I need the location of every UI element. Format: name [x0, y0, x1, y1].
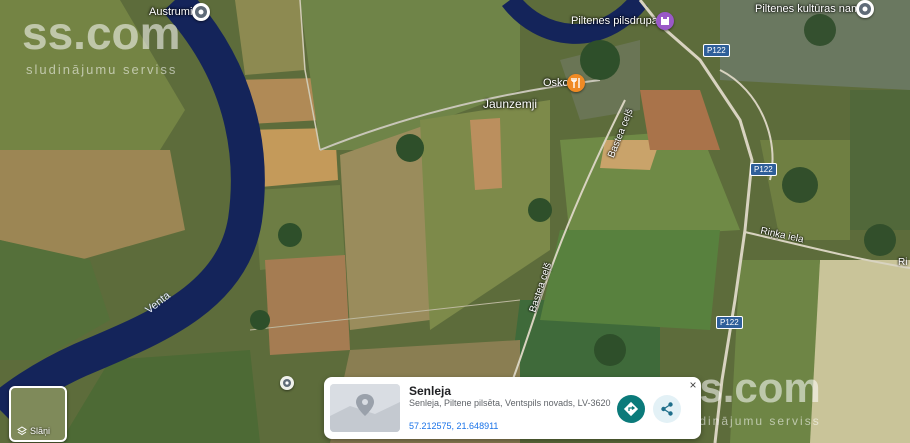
restaurant-icon[interactable] [567, 74, 585, 92]
place-label-austrumi[interactable]: Austrumi [149, 6, 192, 18]
field [850, 90, 910, 230]
place-info-card[interactable]: Senleja Senleja, Piltene pilsēta, Ventsp… [324, 377, 701, 439]
trees [528, 198, 552, 222]
field [540, 230, 720, 330]
trees [278, 223, 302, 247]
road-shield-p122: P122 [750, 163, 777, 176]
trees [396, 134, 424, 162]
layers-label: Slāņi [30, 426, 51, 436]
layers-button[interactable]: Slāņi [9, 386, 67, 442]
location-pin-icon[interactable] [856, 0, 874, 18]
place-label-piltenes-kulturas-nams[interactable]: Piltenes kultūras nams [755, 3, 866, 15]
location-pin-icon[interactable] [280, 376, 294, 390]
place-label-osko[interactable]: Osko [543, 77, 569, 89]
place-coordinates[interactable]: 57.212575, 21.648911 [409, 421, 498, 431]
castle-ruins-icon[interactable] [656, 12, 674, 30]
place-thumbnail [330, 384, 400, 432]
field [235, 0, 305, 75]
watermark-tagline: sludinājumu serviss [26, 62, 178, 77]
share-button[interactable] [653, 395, 681, 423]
layers-icon [17, 426, 27, 436]
field [470, 118, 502, 190]
trees [782, 167, 818, 203]
layers-label-group: Slāņi [17, 426, 50, 436]
place-address: Senleja, Piltene pilsēta, Ventspils nova… [409, 398, 611, 408]
trees [594, 334, 626, 366]
trees [580, 40, 620, 80]
road-shield-p122: P122 [716, 316, 743, 329]
place-label-piltenes-pilsdrupas[interactable]: Piltenes pilsdrupas [571, 15, 663, 27]
directions-icon [623, 401, 639, 417]
directions-button[interactable] [617, 395, 645, 423]
place-label-jaunzemji[interactable]: Jaunzemji [483, 97, 537, 111]
trees [250, 310, 270, 330]
road-label-edge: Ri [898, 257, 908, 268]
place-title: Senleja [409, 384, 452, 398]
close-icon[interactable]: × [687, 379, 699, 391]
trees [804, 14, 836, 46]
trees [864, 224, 896, 256]
location-pin-icon[interactable] [192, 3, 210, 21]
road-shield-p122: P122 [703, 44, 730, 57]
share-icon [661, 402, 673, 416]
field [265, 255, 350, 355]
